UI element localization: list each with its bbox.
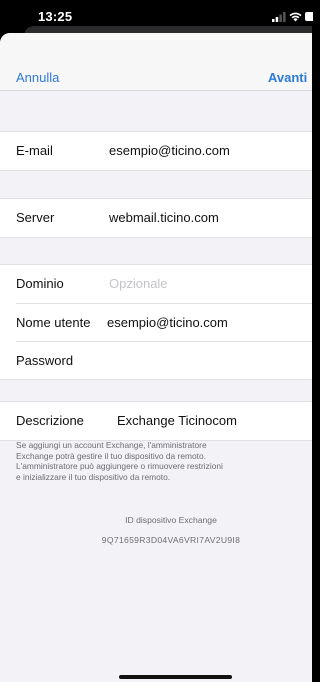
server-label: Server [16, 210, 55, 225]
password-row[interactable]: Password [16, 341, 312, 379]
email-field[interactable]: esempio@ticino.com [109, 143, 230, 158]
username-field[interactable]: esempio@ticino.com [107, 315, 228, 330]
description-label: Descrizione [16, 413, 84, 428]
cancel-button[interactable]: Annulla [16, 70, 59, 85]
add-exchange-account-sheet: Annulla Avanti E-mail esempio@ticino.com… [0, 33, 312, 682]
email-row[interactable]: E-mail esempio@ticino.com [0, 132, 312, 170]
password-label: Password [16, 353, 74, 368]
exchange-footer-note: Se aggiungi un account Exchange, l'ammin… [16, 440, 223, 482]
wifi-icon [289, 12, 302, 22]
server-group: Server webmail.ticino.com [0, 198, 312, 238]
home-indicator[interactable] [119, 675, 232, 679]
description-group: Descrizione Exchange Ticinocom [0, 401, 312, 441]
email-label: E-mail [16, 143, 53, 158]
device-id-value: 9Q71659R3D04VA6VRI7AV2U9I8 [101, 535, 241, 545]
email-group: E-mail esempio@ticino.com [0, 131, 312, 171]
username-row[interactable]: Nome utente esempio@ticino.com [16, 303, 312, 341]
status-time: 13:25 [38, 9, 73, 24]
device-id-label: ID dispositivo Exchange [125, 515, 217, 525]
server-row[interactable]: Server webmail.ticino.com [0, 199, 312, 237]
username-label: Nome utente [16, 315, 91, 330]
domain-label: Dominio [16, 276, 64, 291]
description-field[interactable]: Exchange Ticinocom [117, 413, 237, 428]
battery-icon [305, 12, 313, 21]
domain-row[interactable]: Dominio Opzionale [0, 265, 312, 303]
signal-icon [272, 12, 286, 22]
server-field[interactable]: webmail.ticino.com [109, 210, 219, 225]
description-row[interactable]: Descrizione Exchange Ticinocom [0, 402, 312, 440]
next-button[interactable]: Avanti [268, 70, 307, 85]
status-icons [272, 11, 313, 23]
navigation-bar: Annulla Avanti [0, 33, 312, 91]
domain-field[interactable]: Opzionale [109, 276, 168, 291]
credentials-group: Dominio Opzionale Nome utente esempio@ti… [0, 264, 312, 380]
